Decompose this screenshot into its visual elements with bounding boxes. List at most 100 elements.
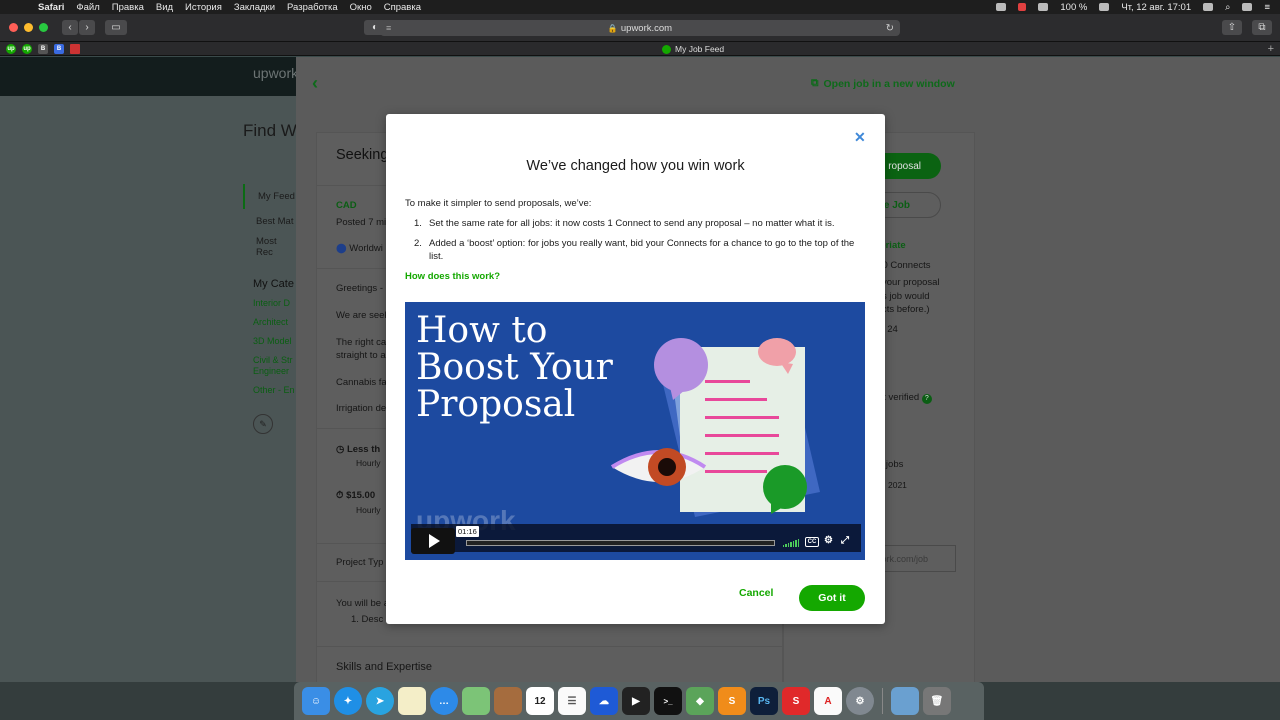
tab-overview-icon[interactable]: ⧉ [1252, 20, 1272, 35]
system-preferences-icon[interactable]: ⚙ [846, 687, 874, 715]
close-window-button[interactable] [9, 23, 18, 32]
how-does-this-work-link[interactable]: How does this work? [405, 271, 500, 282]
menu-file[interactable]: Файл [76, 2, 99, 13]
favorite-b-2[interactable]: B [54, 43, 64, 54]
play-button[interactable] [411, 528, 455, 554]
category-item[interactable]: Engineer [253, 366, 296, 376]
video-progress-bar[interactable] [466, 540, 775, 546]
notes-icon[interactable] [398, 687, 426, 715]
reload-icon[interactable]: ↻ [886, 23, 894, 34]
trash-icon[interactable]: 🗑 [923, 687, 951, 715]
nav-most-recent[interactable]: Most Rec [243, 234, 296, 259]
cancel-button[interactable]: Cancel [739, 587, 773, 599]
favorite-upwork-2[interactable]: up [22, 43, 32, 54]
menubar-clock[interactable]: Чт, 12 авг. 17:01 [1121, 2, 1191, 13]
autocad-icon[interactable]: A [814, 687, 842, 715]
fullscreen-window-button[interactable] [39, 23, 48, 32]
minimize-window-button[interactable] [24, 23, 33, 32]
cloud-icon[interactable] [996, 3, 1007, 11]
menu-window[interactable]: Окно [350, 2, 372, 13]
fullscreen-icon[interactable]: ⤢ [841, 535, 849, 546]
skype-icon[interactable]: ☁ [590, 687, 618, 715]
photoshop-icon[interactable]: Ps [750, 687, 778, 715]
wps-icon[interactable]: S [782, 687, 810, 715]
doc-line [705, 380, 750, 383]
list-number: 1. [414, 218, 422, 229]
category-item[interactable]: 3D Model [253, 336, 296, 346]
calendar-icon[interactable]: 12 [526, 687, 554, 715]
job-posted: Posted 7 mi [336, 217, 387, 228]
back-button[interactable]: ‹ [62, 20, 78, 35]
address-bar[interactable]: ≡ 🔒 upwork.com ↻ [380, 20, 900, 36]
video-player[interactable]: upwork How to Boost Your Proposal 01:16 … [405, 302, 865, 560]
job-body-line: The right ca [336, 337, 387, 348]
reader-icon[interactable]: ≡ [386, 23, 391, 33]
help-icon[interactable]: ? [921, 394, 932, 404]
open-job-new-window-link[interactable]: ⧉ Open job in a new window [811, 77, 955, 90]
control-center-icon[interactable]: ≡ [1264, 2, 1270, 13]
notification-icon[interactable] [1018, 3, 1027, 11]
edit-categories-icon[interactable]: ✎ [253, 414, 273, 434]
flag-icon[interactable] [1203, 3, 1214, 11]
category-item[interactable]: Architect [253, 317, 296, 327]
proposal-note-3: cts before.) [882, 304, 930, 315]
nav-my-feed[interactable]: My Feed [243, 184, 296, 209]
job-duration: ◷ Less th [336, 444, 380, 455]
forward-button[interactable]: › [79, 20, 95, 35]
user-icon[interactable] [1242, 3, 1253, 11]
wifi-icon[interactable] [1038, 3, 1049, 11]
menu-develop[interactable]: Разработка [287, 2, 338, 13]
active-tab[interactable]: My Job Feed [662, 42, 724, 56]
menu-app-name[interactable]: Safari [38, 2, 64, 13]
settings-gear-icon[interactable]: ⚙ [824, 535, 833, 546]
got-it-button[interactable]: Got it [799, 585, 865, 611]
job-category[interactable]: CAD [336, 200, 357, 211]
spotlight-search-icon[interactable]: ⌕ [1225, 2, 1230, 13]
captions-icon[interactable]: CC [805, 537, 819, 547]
menu-history[interactable]: История [185, 2, 222, 13]
safari-icon[interactable]: ✦ [334, 687, 362, 715]
messages-icon[interactable]: … [430, 687, 458, 715]
final-cut-icon[interactable]: ▶ [622, 687, 650, 715]
list-item: 1. Set the same rate for all jobs: it no… [414, 217, 864, 230]
lock-icon: 🔒 [607, 23, 618, 33]
preview-icon[interactable] [891, 687, 919, 715]
menu-bookmarks[interactable]: Закладки [234, 2, 275, 13]
favorite-b-1[interactable]: B [38, 43, 48, 54]
nav-buttons: ‹ › [62, 20, 95, 35]
contacts-icon[interactable] [494, 687, 522, 715]
battery-icon[interactable] [1099, 3, 1110, 11]
favorite-upwork-1[interactable]: up [6, 43, 16, 54]
location-text: Worldwi [349, 243, 383, 254]
menu-help[interactable]: Справка [384, 2, 421, 13]
category-item[interactable]: Civil & Str [253, 355, 296, 365]
upwork-logo[interactable]: upwork [253, 65, 298, 81]
maps-icon[interactable] [462, 687, 490, 715]
volume-icon[interactable] [783, 539, 799, 547]
doc-line [705, 416, 779, 419]
terminal-icon[interactable]: >_ [654, 687, 682, 715]
list-number: 2. [414, 238, 422, 249]
window-controls [9, 23, 48, 32]
reminders-icon[interactable]: ☰ [558, 687, 586, 715]
doc-line [705, 434, 779, 437]
sublime-icon[interactable]: S [718, 687, 746, 715]
telegram-icon[interactable]: ➤ [366, 687, 394, 715]
nav-best-matches[interactable]: Best Mat [243, 209, 296, 234]
new-tab-icon[interactable]: + [1268, 43, 1274, 55]
tab-title: My Job Feed [675, 44, 725, 54]
video-timecode: 01:16 [456, 526, 479, 537]
close-icon[interactable]: ✕ [854, 129, 866, 146]
category-item[interactable]: Interior D [253, 298, 296, 308]
purple-bubble-icon [654, 338, 708, 392]
finder-icon[interactable]: ☺ [302, 687, 330, 715]
video-title: How to Boost Your Proposal [416, 310, 613, 425]
share-icon[interactable]: ⇧ [1222, 20, 1242, 35]
back-arrow-icon[interactable]: ‹ [312, 73, 318, 94]
category-item[interactable]: Other - En [253, 385, 296, 395]
menu-view[interactable]: Вид [156, 2, 173, 13]
favorite-flag[interactable] [70, 43, 80, 54]
cube-app-icon[interactable]: ◆ [686, 687, 714, 715]
menu-edit[interactable]: Правка [112, 2, 144, 13]
sidebar-toggle-icon[interactable]: ▭ [105, 20, 127, 35]
